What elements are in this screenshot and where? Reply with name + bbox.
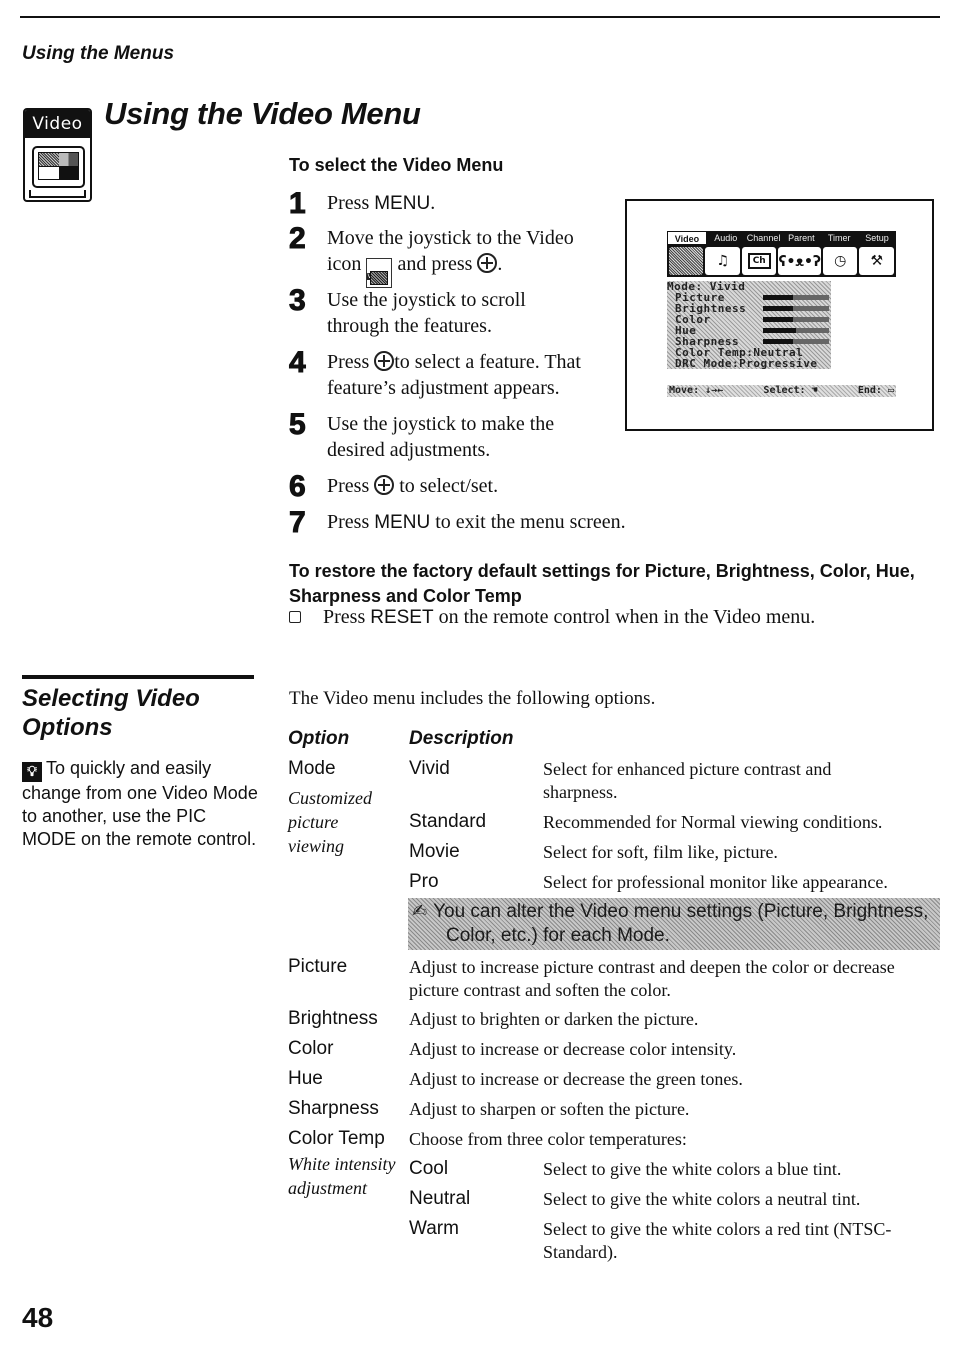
osd-level-bar xyxy=(763,295,829,300)
joystick-button-icon xyxy=(477,253,498,273)
video-icon: Video xyxy=(366,258,393,288)
osd-footer: Move: ↓→← Select: ☚ End: ▭ xyxy=(667,385,896,397)
osd-level-bar xyxy=(763,328,829,333)
checkbox-bullet-icon xyxy=(289,611,301,623)
badge-label: Video xyxy=(25,110,90,138)
option-description: Adjust to increase picture contrast and … xyxy=(409,957,895,1000)
sub-option-description: Select to give the white colors a red ti… xyxy=(543,1219,892,1262)
running-head: Using the Menus xyxy=(22,43,175,64)
sub-option-description: Select for enhanced picture contrast and… xyxy=(543,759,832,802)
option-name: Picture xyxy=(288,956,348,977)
option-name: Color xyxy=(288,1038,334,1059)
option-name: Hue xyxy=(288,1068,323,1089)
section-rule xyxy=(22,675,254,679)
sub-option-description: Select for soft, film like, picture. xyxy=(543,842,778,862)
tv-icon xyxy=(32,146,85,188)
osd-tab-parent: Parent xyxy=(788,233,815,243)
top-rule xyxy=(20,16,940,18)
step-number: 7 xyxy=(289,506,307,540)
sub-option: Movie xyxy=(409,841,460,862)
section-title: Selecting Video Options xyxy=(22,685,200,741)
osd-level-bar xyxy=(763,339,829,344)
parent-icon: ʕ•ᴥ•ʔ xyxy=(778,247,821,275)
channel-icon: Ch xyxy=(741,247,777,275)
osd-video-menu: Mode: Vivid Picture Brightness Color Hue… xyxy=(667,281,831,369)
column-header-option: Option xyxy=(288,728,350,749)
option-description: Adjust to increase or decrease the green… xyxy=(409,1069,743,1089)
options-intro: The Video menu includes the following op… xyxy=(289,688,656,709)
select-heading: To select the Video Menu xyxy=(289,155,504,175)
option-note: Customized picture viewing xyxy=(288,788,373,856)
restore-heading: To restore the factory default settings … xyxy=(289,561,915,606)
osd-screenshot: Video Audio Channel Parent Timer Setup ♫… xyxy=(625,199,934,431)
sub-option-description: Select for professional monitor like app… xyxy=(543,872,888,892)
option-note: White intensity adjustment xyxy=(288,1154,396,1198)
option-description: Adjust to increase or decrease color int… xyxy=(409,1039,737,1059)
option-mode: Mode xyxy=(288,758,336,779)
video-badge-icon: Video xyxy=(23,108,92,202)
page-number: 48 xyxy=(22,1302,54,1333)
sub-option-description: Select to give the white colors a neutra… xyxy=(543,1189,861,1209)
osd-level-bar xyxy=(763,306,829,311)
setup-icon: ⚒ xyxy=(859,247,894,275)
step-number: 5 xyxy=(289,408,307,442)
osd-drc-line: DRC Mode:Progressive xyxy=(675,357,818,370)
column-header-description: Description xyxy=(409,728,514,749)
step-number: 2 xyxy=(289,222,307,256)
joystick-button-icon xyxy=(374,351,395,371)
option-description: Adjust to brighten or darken the picture… xyxy=(409,1009,699,1029)
lightbulb-tip-icon: 💡︎ xyxy=(22,762,42,782)
sub-option: Cool xyxy=(409,1158,449,1179)
option-name: Brightness xyxy=(288,1008,378,1029)
tv-icon xyxy=(669,247,704,275)
option-name: Sharpness xyxy=(288,1098,379,1119)
osd-icon-row: ♫ Ch ʕ•ᴥ•ʔ ◷ ⚒ xyxy=(667,245,896,277)
page-title: Using the Video Menu xyxy=(104,96,421,131)
sub-option: Standard xyxy=(409,811,487,832)
sub-option: Neutral xyxy=(409,1188,471,1209)
option-description: Adjust to sharpen or soften the picture. xyxy=(409,1099,690,1119)
note-box: ✍ You can alter the Video menu settings (… xyxy=(408,898,940,950)
osd-tab-bar: Video Audio Channel Parent Timer Setup xyxy=(667,231,896,245)
restore-item: Press RESET on the remote control when i… xyxy=(289,606,815,629)
step-number: 6 xyxy=(289,470,307,504)
osd-level-bar xyxy=(763,317,829,322)
osd-tab-video: Video xyxy=(667,231,707,245)
sub-option: Pro xyxy=(409,871,439,892)
sub-option-description: Select to give the white colors a blue t… xyxy=(543,1159,842,1179)
step-number: 1 xyxy=(289,187,307,221)
pencil-note-icon: ✍ xyxy=(412,901,428,922)
timer-icon: ◷ xyxy=(823,247,858,275)
osd-tab-setup: Setup xyxy=(865,233,889,243)
joystick-button-icon xyxy=(374,475,395,495)
step-number: 3 xyxy=(289,284,307,318)
osd-tab-audio: Audio xyxy=(714,233,738,243)
sub-option: Vivid xyxy=(409,758,450,779)
option-description: Choose from three color temperatures: xyxy=(409,1129,687,1149)
option-color-temp: Color Temp xyxy=(288,1128,385,1149)
tip: 💡︎ To quickly and easily change from one … xyxy=(22,758,258,849)
osd-tab-channel: Channel xyxy=(746,233,781,243)
step-number: 4 xyxy=(289,346,307,380)
osd-tab-timer: Timer xyxy=(827,233,851,243)
sub-option-description: Recommended for Normal viewing condition… xyxy=(543,812,883,832)
sub-option: Warm xyxy=(409,1218,459,1239)
audio-icon: ♫ xyxy=(705,247,740,275)
